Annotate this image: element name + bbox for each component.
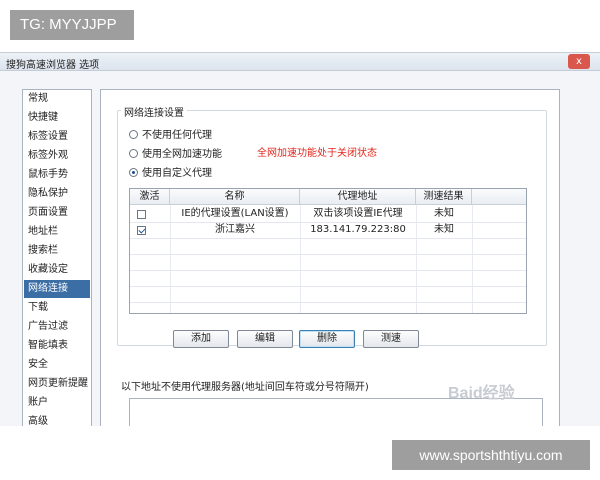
sidebar-item-update-reminder[interactable]: 网页更新提醒: [24, 375, 90, 393]
option-custom-proxy[interactable]: 使用自定义代理: [129, 164, 212, 179]
channel-tag-overlay: TG: MYYJJPP: [10, 10, 134, 40]
column-header-active[interactable]: 激活: [130, 189, 170, 205]
row-address: 双击该项设置IE代理: [313, 208, 403, 219]
column-header-address[interactable]: 代理地址: [300, 189, 416, 205]
option-no-proxy-label: 不使用任何代理: [142, 130, 212, 141]
row-active-checkbox[interactable]: [137, 226, 146, 235]
row-divider: [130, 302, 526, 303]
row-address: 183.141.79.223:80: [310, 224, 406, 235]
column-header-result[interactable]: 测速结果: [416, 189, 472, 205]
column-header-name[interactable]: 名称: [170, 189, 300, 205]
row-result: 未知: [434, 208, 454, 219]
option-custom-proxy-label: 使用自定义代理: [142, 168, 212, 179]
option-global-acceleration[interactable]: 使用全网加速功能: [129, 145, 222, 160]
proxy-table: 激活 名称 代理地址 测速结果 IE的代理设置(LAN设置) 双击该项设置IE代…: [129, 188, 527, 314]
sidebar-item-privacy[interactable]: 隐私保护: [24, 185, 90, 203]
delete-button[interactable]: 删除: [299, 330, 355, 348]
sidebar-item-shortcuts[interactable]: 快捷键: [24, 109, 90, 127]
column-header-filler: [472, 189, 526, 205]
sidebar-item-page-settings[interactable]: 页面设置: [24, 204, 90, 222]
site-url-overlay: www.sportshthtiyu.com: [392, 440, 590, 470]
radio-no-proxy[interactable]: [129, 130, 138, 139]
row-name: 浙江嘉兴: [215, 224, 255, 235]
row-divider: [130, 270, 526, 271]
sidebar-item-favorites[interactable]: 收藏设定: [24, 261, 90, 279]
sidebar-item-autofill[interactable]: 智能填表: [24, 337, 90, 355]
bypass-list-label: 以下地址不使用代理服务器(地址间回车符或分号符隔开): [121, 382, 369, 393]
sidebar-item-download[interactable]: 下载: [24, 299, 90, 317]
row-divider: [130, 286, 526, 287]
add-button[interactable]: 添加: [173, 330, 229, 348]
row-name: IE的代理设置(LAN设置): [181, 208, 289, 219]
sidebar-item-general[interactable]: 常规: [24, 90, 90, 108]
network-group-title: 网络连接设置: [121, 104, 187, 119]
close-button[interactable]: x: [568, 54, 590, 69]
window-title: 搜狗高速浏览器 选项: [6, 60, 100, 71]
sidebar-item-tab-settings[interactable]: 标签设置: [24, 128, 90, 146]
sidebar-item-tab-appearance[interactable]: 标签外观: [24, 147, 90, 165]
sidebar-item-account[interactable]: 账户: [24, 394, 90, 412]
sidebar-item-search-bar[interactable]: 搜索栏: [24, 242, 90, 260]
baidu-watermark: Baid经验: [448, 385, 515, 402]
sidebar-item-ad-filter[interactable]: 广告过滤: [24, 318, 90, 336]
acceleration-status-note: 全网加速功能处于关闭状态: [257, 148, 377, 159]
sidebar-nav: 常规 快捷键 标签设置 标签外观 鼠标手势 隐私保护 页面设置 地址栏 搜索栏 …: [22, 89, 92, 426]
sidebar-item-mouse-gestures[interactable]: 鼠标手势: [24, 166, 90, 184]
row-divider: [130, 238, 526, 239]
sidebar-item-security[interactable]: 安全: [24, 356, 90, 374]
radio-custom-proxy[interactable]: [129, 168, 138, 177]
sidebar-item-network[interactable]: 网络连接: [24, 280, 90, 298]
sidebar-item-advanced[interactable]: 高级: [24, 413, 90, 426]
edit-button[interactable]: 编辑: [237, 330, 293, 348]
row-result: 未知: [434, 224, 454, 235]
radio-global-acceleration[interactable]: [129, 149, 138, 158]
sidebar-item-address-bar[interactable]: 地址栏: [24, 223, 90, 241]
title-bar: 搜狗高速浏览器 选项 x: [0, 53, 600, 71]
options-window: 搜狗高速浏览器 选项 x 常规 快捷键 标签设置 标签外观 鼠标手势 隐私保护 …: [0, 52, 600, 426]
speed-test-button[interactable]: 测速: [363, 330, 419, 348]
option-no-proxy[interactable]: 不使用任何代理: [129, 126, 212, 141]
option-global-acceleration-label: 使用全网加速功能: [142, 149, 222, 160]
row-divider: [130, 254, 526, 255]
row-active-checkbox[interactable]: [137, 210, 146, 219]
settings-panel: 网络连接设置 不使用任何代理 使用全网加速功能 使用自定义代理 全网加速功能处于…: [100, 89, 560, 426]
